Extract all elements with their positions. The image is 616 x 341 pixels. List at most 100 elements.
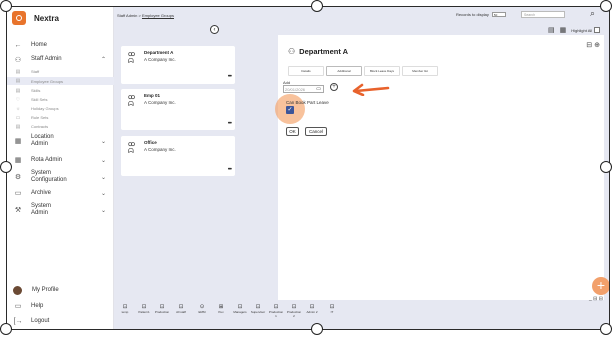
bottom-item-supervisor[interactable]: ⊡ Supervisor: [250, 304, 266, 315]
chevron-down-icon: ⌄: [100, 174, 106, 181]
resize-handle-top-right[interactable]: [600, 0, 612, 12]
more-options-icon[interactable]: •••: [228, 121, 232, 127]
contracts-icon: ▤: [15, 123, 21, 130]
sidebar-item-my-profile[interactable]: My Profile: [7, 285, 114, 295]
detail-panel: ⚇ Department A ⊟ ⊕ Details Additional Bl…: [275, 35, 604, 300]
sidebar-item-staff-admin[interactable]: ⚇ Staff Admin ⌃: [7, 54, 114, 65]
group-icon: ꝏᗣ: [128, 94, 136, 108]
tab-details[interactable]: Details: [288, 66, 324, 76]
records-label: Records to display: [456, 12, 489, 17]
resize-handle-right[interactable]: [600, 161, 612, 173]
breadcrumb-current[interactable]: Employee Groups: [142, 13, 174, 18]
sidebar-item-rule-sets[interactable]: ▭ Rule Sets: [7, 114, 114, 121]
search-icon[interactable]: ⌕: [590, 8, 595, 19]
cancel-button[interactable]: Cancel: [305, 127, 327, 136]
list-view-icon[interactable]: ▤: [548, 26, 555, 34]
records-select[interactable]: 50: [491, 12, 506, 17]
minimize-icon[interactable]: _: [589, 296, 592, 302]
sidebar-item-archive[interactable]: ▭ Archive ⌄: [7, 188, 114, 198]
collapse-sidebar-button[interactable]: ‹: [210, 25, 219, 34]
bottom-item-production-1[interactable]: ⊡ Production 1: [268, 304, 284, 318]
add-fab-button[interactable]: +: [592, 277, 609, 295]
bottom-item-admin-2[interactable]: ⊡ Admin 2: [304, 304, 320, 315]
sidebar-item-home[interactable]: ← Home: [7, 40, 114, 50]
sidebar-item-label: Logout: [31, 317, 50, 324]
grid-view-icon[interactable]: ▦: [560, 26, 567, 34]
resize-handle-bottom-left[interactable]: [0, 323, 12, 335]
calendar-icon: ▦: [14, 157, 22, 164]
bottom-item-label: Managers: [233, 310, 247, 314]
breadcrumb-root[interactable]: Staff Admin: [117, 13, 137, 18]
rules-icon: ▭: [15, 114, 21, 121]
bottom-item-all-staff[interactable]: ⊡ All staff: [173, 304, 189, 315]
group-card[interactable]: ꝏᗣ Emp 01 A Company Inc. •••: [121, 89, 235, 130]
group-card[interactable]: ꝏᗣ Office A Company Inc. •••: [121, 136, 235, 176]
tab-member-list[interactable]: Member list: [402, 66, 438, 76]
sidebar-item-contracts[interactable]: ▤ Contracts: [7, 123, 114, 130]
sidebar-item-rota-admin[interactable]: ▦ Rota Admin ⌄: [7, 155, 114, 165]
sidebar-item-skills[interactable]: ▤ Skills: [7, 87, 114, 94]
resize-handle-top[interactable]: [311, 0, 323, 12]
bottom-item-production-2[interactable]: ⊡ Production 2: [286, 304, 302, 318]
sidebar-item-system-admin[interactable]: ⚒ System Admin ⌄: [7, 202, 114, 218]
sidebar-item-logout[interactable]: [→ Logout: [7, 316, 114, 326]
bottom-item-label: All staff: [176, 310, 186, 314]
gear-icon: ⚙: [14, 174, 22, 181]
users-icon: ⚇: [14, 56, 22, 64]
more-options-icon[interactable]: •••: [228, 167, 232, 173]
sidebar-item-system-configuration[interactable]: ⚙ System Configuration ⌄: [7, 169, 114, 185]
tab-additional[interactable]: Additional: [326, 66, 362, 76]
bottom-item-label: Pex: [218, 310, 224, 314]
calendar-icon[interactable]: ▭: [316, 86, 321, 93]
sidebar-item-location-admin[interactable]: ▦ Location Admin ⌄: [7, 133, 114, 149]
sidebar-item-label: My Profile: [32, 286, 59, 293]
resize-handle-left[interactable]: [0, 161, 12, 173]
highlight-all-checkbox[interactable]: [594, 27, 601, 33]
sidebar-item-employee-groups[interactable]: ▤ Employee Groups: [7, 77, 114, 85]
sidebar-item-skill-sets[interactable]: ♡ Skill Sets: [7, 96, 114, 103]
wrench-icon: ⚒: [14, 207, 22, 214]
bottom-item-production[interactable]: ⊡ Production: [154, 304, 170, 315]
group-card[interactable]: ꝏᗣ Department A A Company Inc. •••: [121, 46, 235, 84]
breadcrumb: Staff Admin > Employee Groups: [117, 13, 174, 18]
save-icon[interactable]: ⊟: [586, 42, 592, 49]
chevron-down-icon: ⌄: [100, 138, 106, 145]
add-date-button[interactable]: +: [330, 83, 338, 91]
search-input[interactable]: Search: [521, 11, 565, 18]
sidebar-item-label: Holiday Groups: [31, 106, 59, 111]
can-book-part-leave-checkbox[interactable]: ✓: [286, 106, 294, 114]
resize-handle-top-left[interactable]: [0, 0, 12, 12]
resize-handle-bottom[interactable]: [311, 323, 323, 335]
restore-icon[interactable]: ⊟: [599, 296, 603, 302]
staff-icon: ▤: [15, 68, 21, 75]
sidebar-item-label: Help: [31, 302, 44, 309]
group-icon: ꝏᗣ: [128, 141, 136, 155]
bottom-item-emm[interactable]: ⊙ EMM: [194, 304, 210, 315]
sidebar-item-help[interactable]: ▭ Help: [7, 301, 114, 311]
breadcrumb-separator: >: [138, 13, 141, 18]
bottom-item-temp[interactable]: ⊡ temp: [117, 304, 133, 315]
sidebar-item-label: Skills: [31, 88, 41, 93]
bottom-item-it[interactable]: ⊡ IT: [324, 304, 340, 315]
top-bar: Staff Admin > Employee Groups Records to…: [114, 7, 609, 25]
add-circle-icon[interactable]: ⊕: [594, 42, 600, 49]
more-options-icon[interactable]: •••: [228, 74, 232, 80]
sidebar-item-label: Contracts: [31, 124, 49, 129]
bottom-item-managers[interactable]: ⊡ Managers: [232, 304, 248, 315]
group-name: Emp 01: [144, 93, 161, 98]
bottom-item-pex[interactable]: ⊞ Pex: [213, 304, 229, 315]
sidebar-item-staff[interactable]: ▤ Staff: [7, 68, 114, 75]
chevron-down-icon: ⌄: [100, 190, 106, 197]
maximize-icon[interactable]: ⊟: [593, 296, 597, 302]
date-input[interactable]: 20/01/2026 ▭: [283, 85, 324, 93]
group-company: A Company Inc.: [144, 57, 176, 62]
ok-button[interactable]: OK: [286, 127, 299, 136]
group-icon: ꝏᗣ: [128, 51, 136, 65]
tab-block-leave-days[interactable]: Block Leave Days: [364, 66, 400, 76]
resize-handle-bottom-right[interactable]: [600, 323, 612, 335]
app-logo[interactable]: Nextra: [7, 7, 113, 29]
bottom-item-pattern1[interactable]: ⊡ Pattern1: [136, 304, 152, 315]
bottom-item-label: Production 2: [286, 310, 302, 318]
detail-actions: ⊟ ⊕: [586, 41, 600, 49]
sidebar-item-holiday-groups[interactable]: ☼ Holiday Groups: [7, 105, 114, 112]
